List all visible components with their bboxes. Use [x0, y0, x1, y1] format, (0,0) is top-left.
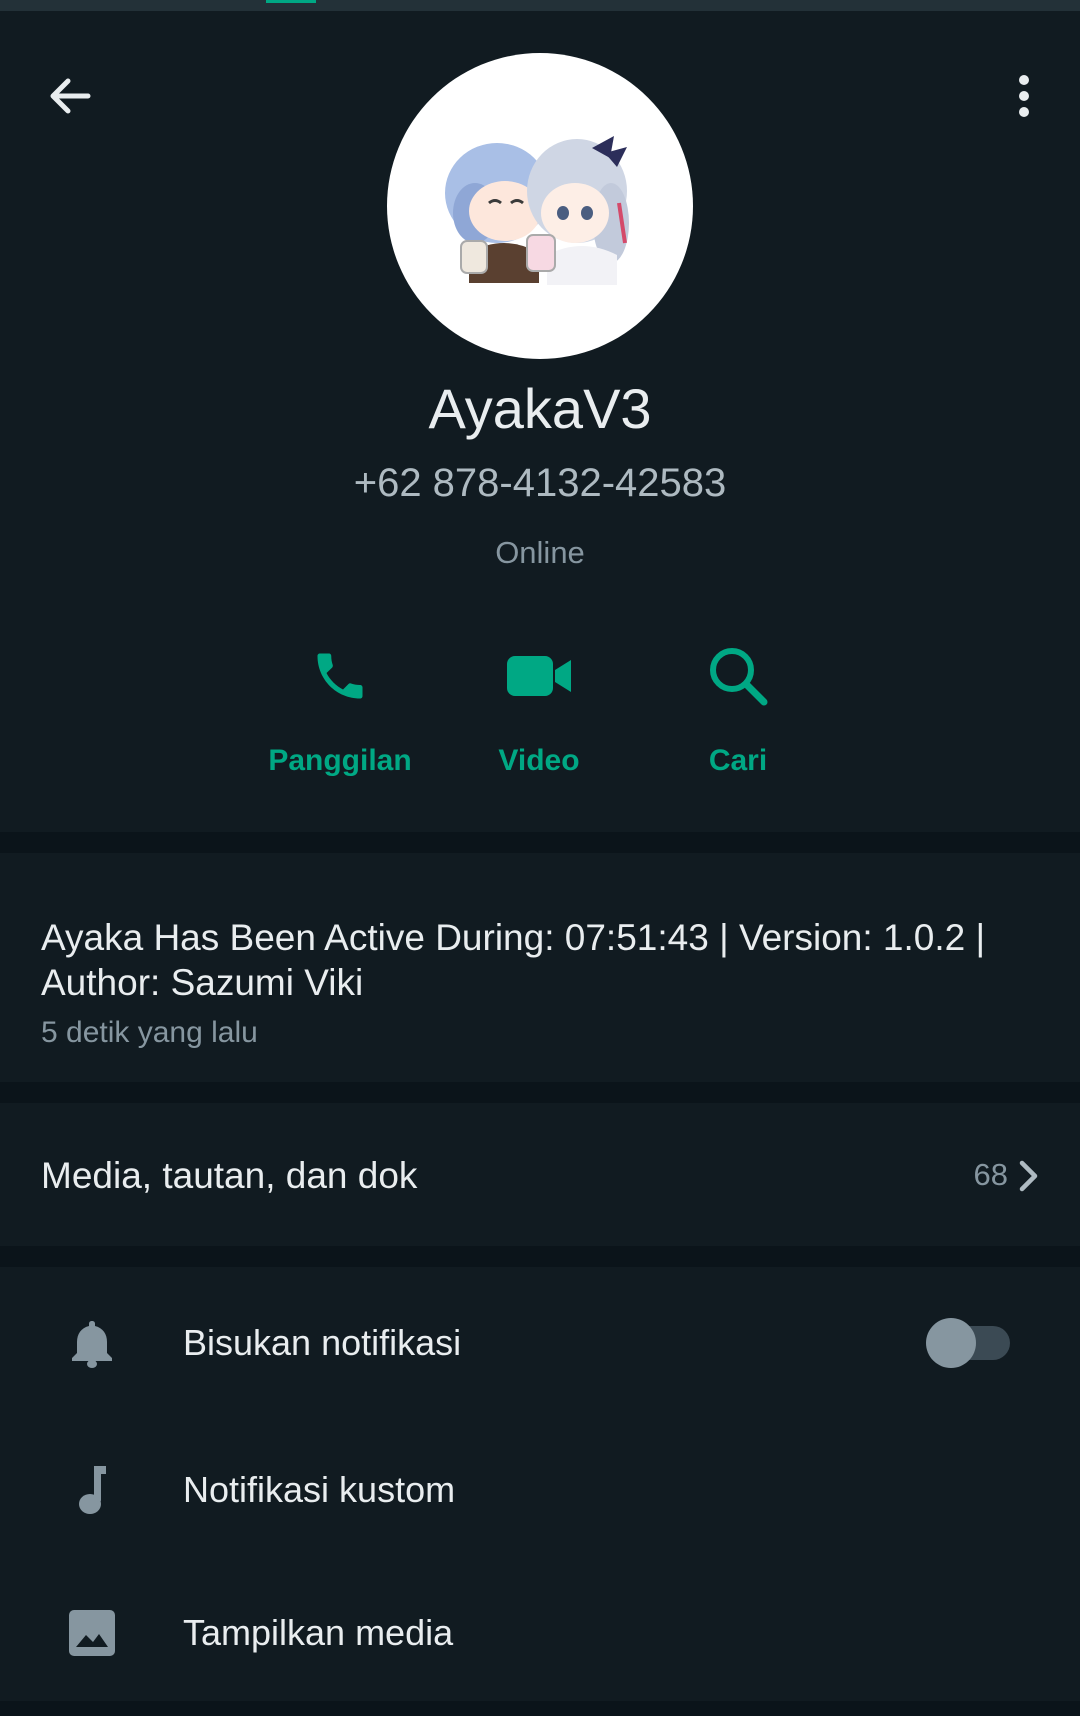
phone-icon	[250, 631, 430, 721]
search-icon	[648, 631, 828, 721]
status-bar-accent	[266, 0, 316, 3]
avatar-illustration	[445, 136, 629, 285]
more-vertical-icon	[1019, 75, 1029, 117]
notification-settings: Bisukan notifikasi Notifikasi kustom Tam…	[0, 1267, 1080, 1701]
media-links-docs-row[interactable]: Media, tautan, dan dok 68	[0, 1103, 1080, 1246]
mute-notifications-label: Bisukan notifikasi	[183, 1322, 462, 1363]
search-label: Cari	[708, 744, 768, 777]
show-media-label: Tampilkan media	[183, 1612, 454, 1653]
toggle-knob	[926, 1318, 976, 1368]
bottom-divider	[0, 1701, 1080, 1716]
media-label: Media, tautan, dan dok	[41, 1155, 418, 1196]
contact-phone: +62 878-4132-42583	[353, 461, 727, 505]
chevron-right-icon	[1019, 1160, 1038, 1192]
profile-header: AyakaV3 +62 878-4132-42583 Online Panggi…	[0, 11, 1080, 832]
image-icon	[62, 1603, 122, 1663]
video-camera-icon	[449, 631, 629, 721]
about-text: Ayaka Has Been Active During: 07:51:43 |…	[41, 917, 986, 1003]
bell-icon	[62, 1313, 122, 1373]
custom-notifications-row[interactable]: Notifikasi kustom	[0, 1425, 1080, 1555]
video-label: Video	[498, 744, 580, 777]
arrow-left-icon	[50, 78, 91, 114]
contact-name: AyakaV3	[428, 377, 652, 440]
about-section[interactable]: Ayaka Has Been Active During: 07:51:43 |…	[0, 853, 1080, 1082]
back-button[interactable]	[40, 66, 100, 126]
media-count: 68	[973, 1157, 1008, 1192]
call-button[interactable]: Panggilan	[250, 631, 430, 791]
video-button[interactable]: Video	[449, 631, 629, 791]
status-bar-strip	[0, 0, 1080, 11]
avatar[interactable]	[387, 53, 693, 359]
contact-status: Online	[495, 535, 585, 570]
mute-notifications-toggle[interactable]	[926, 1318, 1012, 1368]
call-label: Panggilan	[268, 744, 412, 777]
more-options-button[interactable]	[1000, 66, 1048, 126]
custom-notifications-label: Notifikasi kustom	[183, 1469, 456, 1510]
search-button[interactable]: Cari	[648, 631, 828, 791]
show-media-row[interactable]: Tampilkan media	[0, 1568, 1080, 1698]
mute-notifications-row[interactable]: Bisukan notifikasi	[0, 1278, 1080, 1408]
about-timestamp: 5 detik yang lalu	[41, 1016, 258, 1049]
music-note-icon	[62, 1460, 122, 1520]
